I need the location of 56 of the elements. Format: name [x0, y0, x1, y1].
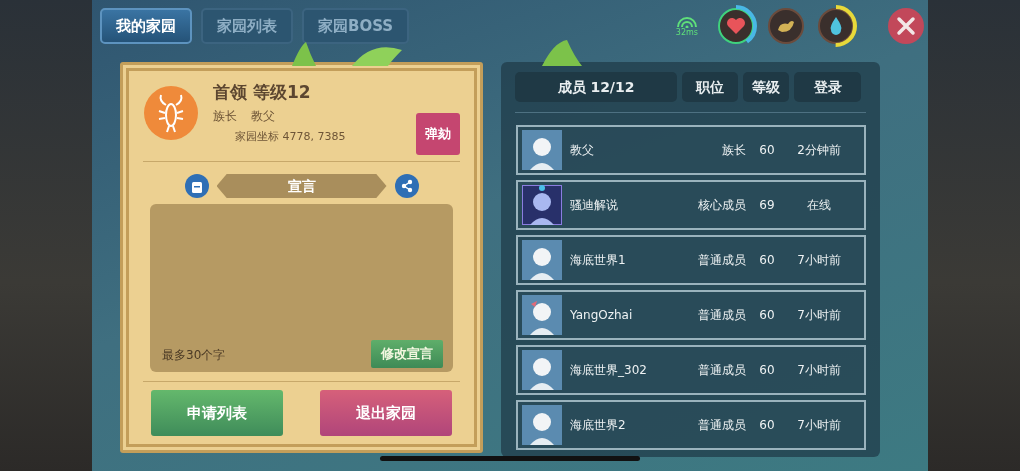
member-row[interactable]: YangOzhai 普通成员 60 7小时前	[516, 290, 866, 340]
column-header[interactable]: 成员 12/12	[515, 72, 677, 102]
member-name: 教父	[570, 141, 595, 159]
manifesto-field[interactable]: 最多30个字 修改宣言	[150, 204, 453, 372]
member-role: 族长	[721, 141, 746, 159]
member-level: 60	[758, 363, 776, 377]
member-role: 普通成员	[697, 306, 746, 324]
member-level: 60	[758, 143, 776, 157]
close-icon	[896, 16, 916, 36]
member-level: 69	[758, 198, 776, 212]
leader-label: 族长	[213, 108, 237, 125]
column-header[interactable]: 等级	[743, 72, 789, 102]
member-login: 7小时前	[796, 361, 842, 379]
home-title: 首领 等级12	[213, 81, 312, 104]
share-icon[interactable]	[394, 174, 419, 198]
home-coordinates: 家园坐标 4778, 7385	[234, 129, 347, 144]
manifesto-placeholder: 最多30个字	[162, 347, 226, 364]
member-row[interactable]: 骚迪解说 核心成员 69 在线	[516, 180, 866, 230]
member-role: 普通成员	[697, 251, 746, 269]
leave-home-button[interactable]: 退出家园	[320, 390, 452, 436]
member-level: 60	[758, 418, 776, 432]
column-header[interactable]: 登录	[794, 72, 861, 102]
close-button[interactable]	[888, 8, 924, 44]
member-name: 海底世界1	[570, 251, 627, 269]
member-login: 7小时前	[796, 251, 842, 269]
member-name: 海底世界2	[570, 416, 627, 434]
signal-icon	[675, 15, 698, 28]
tab[interactable]: 我的家园	[100, 8, 192, 44]
member-row[interactable]: 海底世界_302 普通成员 60 7小时前	[516, 345, 866, 395]
member-role: 普通成员	[697, 416, 746, 434]
member-name: 海底世界_302	[570, 361, 648, 379]
avatar-icon	[522, 240, 562, 280]
member-login: 2分钟前	[796, 141, 842, 159]
manifesto-title: 宣言	[216, 174, 387, 198]
avatar-icon	[522, 350, 562, 390]
avatar-icon	[522, 185, 562, 225]
avatar-icon	[522, 295, 562, 335]
member-level: 60	[758, 308, 776, 322]
column-header[interactable]: 职位	[682, 72, 738, 102]
impeach-button[interactable]: 弹劾	[416, 113, 460, 155]
member-row[interactable]: 海底世界2 普通成员 60 7小时前	[516, 400, 866, 450]
avatar-icon	[522, 405, 562, 445]
member-name: 骚迪解说	[570, 196, 619, 214]
member-name: YangOzhai	[570, 308, 634, 322]
member-role: 核心成员	[697, 196, 746, 214]
clipboard-icon[interactable]	[184, 174, 209, 198]
avatar-icon	[522, 130, 562, 170]
member-login: 7小时前	[796, 416, 842, 434]
member-level: 60	[758, 253, 776, 267]
member-login: 7小时前	[796, 306, 842, 324]
member-row[interactable]: 教父 族长 60 2分钟前	[516, 125, 866, 175]
member-login: 在线	[806, 196, 832, 214]
ping-text: 32ms	[675, 27, 698, 37]
leader-name: 教父	[251, 108, 275, 125]
member-row[interactable]: 海底世界1 普通成员 60 7小时前	[516, 235, 866, 285]
member-role: 普通成员	[697, 361, 746, 379]
